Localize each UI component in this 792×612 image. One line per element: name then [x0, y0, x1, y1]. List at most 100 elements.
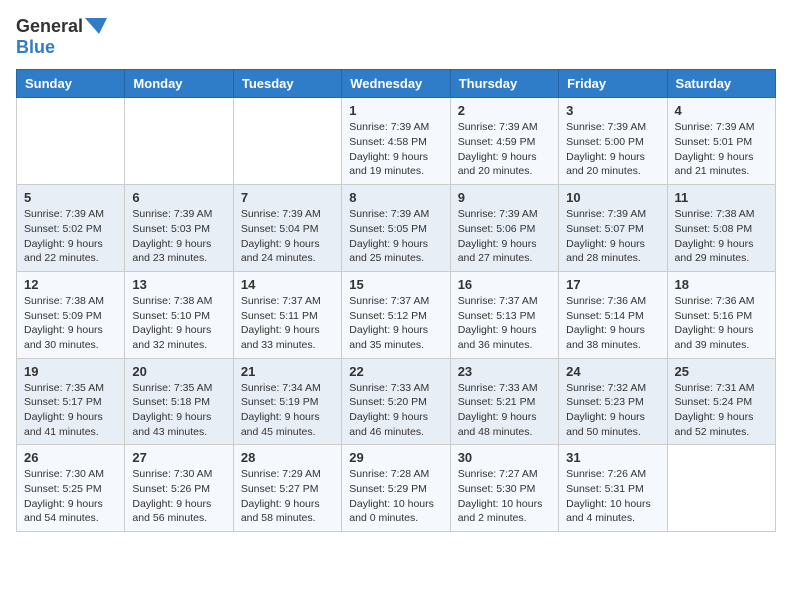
day-number: 2	[458, 103, 551, 118]
cell-info: Sunrise: 7:29 AM Sunset: 5:27 PM Dayligh…	[241, 467, 334, 526]
day-number: 26	[24, 450, 117, 465]
day-number: 6	[132, 190, 225, 205]
cell-info: Sunrise: 7:39 AM Sunset: 5:01 PM Dayligh…	[675, 120, 768, 179]
calendar-cell: 11 Sunrise: 7:38 AM Sunset: 5:08 PM Dayli…	[667, 185, 775, 272]
day-number: 11	[675, 190, 768, 205]
cell-info: Sunrise: 7:35 AM Sunset: 5:17 PM Dayligh…	[24, 381, 117, 440]
cell-info: Sunrise: 7:27 AM Sunset: 5:30 PM Dayligh…	[458, 467, 551, 526]
day-number: 7	[241, 190, 334, 205]
calendar-cell: 13 Sunrise: 7:38 AM Sunset: 5:10 PM Dayli…	[125, 271, 233, 358]
day-number: 3	[566, 103, 659, 118]
cell-info: Sunrise: 7:33 AM Sunset: 5:21 PM Dayligh…	[458, 381, 551, 440]
cell-info: Sunrise: 7:39 AM Sunset: 5:07 PM Dayligh…	[566, 207, 659, 266]
calendar-cell: 10Sunrise: 7:39 AM Sunset: 5:07 PM Dayli…	[559, 185, 667, 272]
calendar-cell: 25 Sunrise: 7:31 AM Sunset: 5:24 PM Dayli…	[667, 358, 775, 445]
logo-arrow-icon	[85, 14, 107, 34]
weekday-header: Tuesday	[233, 70, 341, 98]
calendar-cell: 22Sunrise: 7:33 AM Sunset: 5:20 PM Dayli…	[342, 358, 450, 445]
cell-info: Sunrise: 7:30 AM Sunset: 5:25 PM Dayligh…	[24, 467, 117, 526]
day-number: 31	[566, 450, 659, 465]
calendar-cell	[233, 98, 341, 185]
cell-info: Sunrise: 7:37 AM Sunset: 5:11 PM Dayligh…	[241, 294, 334, 353]
cell-info: Sunrise: 7:39 AM Sunset: 5:06 PM Dayligh…	[458, 207, 551, 266]
calendar-cell	[17, 98, 125, 185]
logo: General Blue	[16, 16, 107, 57]
day-number: 8	[349, 190, 442, 205]
cell-info: Sunrise: 7:35 AM Sunset: 5:18 PM Dayligh…	[132, 381, 225, 440]
calendar-cell: 29Sunrise: 7:28 AM Sunset: 5:29 PM Dayli…	[342, 445, 450, 532]
calendar-cell: 3 Sunrise: 7:39 AM Sunset: 5:00 PM Daylig…	[559, 98, 667, 185]
calendar-cell: 4 Sunrise: 7:39 AM Sunset: 5:01 PM Daylig…	[667, 98, 775, 185]
cell-info: Sunrise: 7:39 AM Sunset: 5:04 PM Dayligh…	[241, 207, 334, 266]
day-number: 14	[241, 277, 334, 292]
logo-general: General	[16, 16, 83, 37]
weekday-header: Saturday	[667, 70, 775, 98]
weekday-header: Friday	[559, 70, 667, 98]
cell-info: Sunrise: 7:34 AM Sunset: 5:19 PM Dayligh…	[241, 381, 334, 440]
cell-info: Sunrise: 7:32 AM Sunset: 5:23 PM Dayligh…	[566, 381, 659, 440]
day-number: 1	[349, 103, 442, 118]
calendar-week-row: 26 Sunrise: 7:30 AM Sunset: 5:25 PM Dayli…	[17, 445, 776, 532]
calendar-cell: 1Sunrise: 7:39 AM Sunset: 4:58 PM Daylig…	[342, 98, 450, 185]
calendar-cell: 16 Sunrise: 7:37 AM Sunset: 5:13 PM Dayli…	[450, 271, 558, 358]
logo-blue: Blue	[16, 37, 55, 58]
cell-info: Sunrise: 7:30 AM Sunset: 5:26 PM Dayligh…	[132, 467, 225, 526]
calendar-cell: 28 Sunrise: 7:29 AM Sunset: 5:27 PM Dayli…	[233, 445, 341, 532]
weekday-header: Monday	[125, 70, 233, 98]
day-number: 12	[24, 277, 117, 292]
page-header: General Blue	[16, 16, 776, 57]
calendar-week-row: 1Sunrise: 7:39 AM Sunset: 4:58 PM Daylig…	[17, 98, 776, 185]
calendar-week-row: 12Sunrise: 7:38 AM Sunset: 5:09 PM Dayli…	[17, 271, 776, 358]
calendar-table: SundayMondayTuesdayWednesdayThursdayFrid…	[16, 69, 776, 532]
day-number: 20	[132, 364, 225, 379]
cell-info: Sunrise: 7:39 AM Sunset: 4:59 PM Dayligh…	[458, 120, 551, 179]
calendar-cell: 19 Sunrise: 7:35 AM Sunset: 5:17 PM Dayli…	[17, 358, 125, 445]
day-number: 28	[241, 450, 334, 465]
day-number: 17	[566, 277, 659, 292]
day-number: 25	[675, 364, 768, 379]
calendar-cell: 20 Sunrise: 7:35 AM Sunset: 5:18 PM Dayli…	[125, 358, 233, 445]
cell-info: Sunrise: 7:37 AM Sunset: 5:13 PM Dayligh…	[458, 294, 551, 353]
calendar-cell: 6 Sunrise: 7:39 AM Sunset: 5:03 PM Daylig…	[125, 185, 233, 272]
day-number: 23	[458, 364, 551, 379]
calendar-cell: 21Sunrise: 7:34 AM Sunset: 5:19 PM Dayli…	[233, 358, 341, 445]
page-container: General Blue SundayMondayTuesdayWednesda…	[0, 0, 792, 542]
cell-info: Sunrise: 7:38 AM Sunset: 5:08 PM Dayligh…	[675, 207, 768, 266]
calendar-week-row: 19 Sunrise: 7:35 AM Sunset: 5:17 PM Dayli…	[17, 358, 776, 445]
day-number: 13	[132, 277, 225, 292]
cell-info: Sunrise: 7:36 AM Sunset: 5:14 PM Dayligh…	[566, 294, 659, 353]
calendar-cell: 15Sunrise: 7:37 AM Sunset: 5:12 PM Dayli…	[342, 271, 450, 358]
cell-info: Sunrise: 7:39 AM Sunset: 5:05 PM Dayligh…	[349, 207, 442, 266]
cell-info: Sunrise: 7:37 AM Sunset: 5:12 PM Dayligh…	[349, 294, 442, 353]
day-number: 18	[675, 277, 768, 292]
calendar-week-row: 5Sunrise: 7:39 AM Sunset: 5:02 PM Daylig…	[17, 185, 776, 272]
cell-info: Sunrise: 7:31 AM Sunset: 5:24 PM Dayligh…	[675, 381, 768, 440]
cell-info: Sunrise: 7:38 AM Sunset: 5:10 PM Dayligh…	[132, 294, 225, 353]
calendar-cell: 9 Sunrise: 7:39 AM Sunset: 5:06 PM Daylig…	[450, 185, 558, 272]
calendar-cell	[667, 445, 775, 532]
cell-info: Sunrise: 7:39 AM Sunset: 5:03 PM Dayligh…	[132, 207, 225, 266]
day-number: 22	[349, 364, 442, 379]
calendar-body: 1Sunrise: 7:39 AM Sunset: 4:58 PM Daylig…	[17, 98, 776, 532]
calendar-cell: 31Sunrise: 7:26 AM Sunset: 5:31 PM Dayli…	[559, 445, 667, 532]
calendar-cell: 17 Sunrise: 7:36 AM Sunset: 5:14 PM Dayli…	[559, 271, 667, 358]
day-number: 4	[675, 103, 768, 118]
weekday-header: Sunday	[17, 70, 125, 98]
calendar-cell: 8 Sunrise: 7:39 AM Sunset: 5:05 PM Daylig…	[342, 185, 450, 272]
calendar-cell: 14 Sunrise: 7:37 AM Sunset: 5:11 PM Dayli…	[233, 271, 341, 358]
day-number: 24	[566, 364, 659, 379]
calendar-cell: 30 Sunrise: 7:27 AM Sunset: 5:30 PM Dayli…	[450, 445, 558, 532]
day-number: 30	[458, 450, 551, 465]
day-number: 27	[132, 450, 225, 465]
cell-info: Sunrise: 7:39 AM Sunset: 5:00 PM Dayligh…	[566, 120, 659, 179]
day-number: 16	[458, 277, 551, 292]
calendar-cell	[125, 98, 233, 185]
calendar-cell: 26 Sunrise: 7:30 AM Sunset: 5:25 PM Dayli…	[17, 445, 125, 532]
cell-info: Sunrise: 7:28 AM Sunset: 5:29 PM Dayligh…	[349, 467, 442, 526]
day-number: 9	[458, 190, 551, 205]
day-number: 19	[24, 364, 117, 379]
weekday-row: SundayMondayTuesdayWednesdayThursdayFrid…	[17, 70, 776, 98]
calendar-cell: 7 Sunrise: 7:39 AM Sunset: 5:04 PM Daylig…	[233, 185, 341, 272]
cell-info: Sunrise: 7:39 AM Sunset: 5:02 PM Dayligh…	[24, 207, 117, 266]
calendar-cell: 18Sunrise: 7:36 AM Sunset: 5:16 PM Dayli…	[667, 271, 775, 358]
